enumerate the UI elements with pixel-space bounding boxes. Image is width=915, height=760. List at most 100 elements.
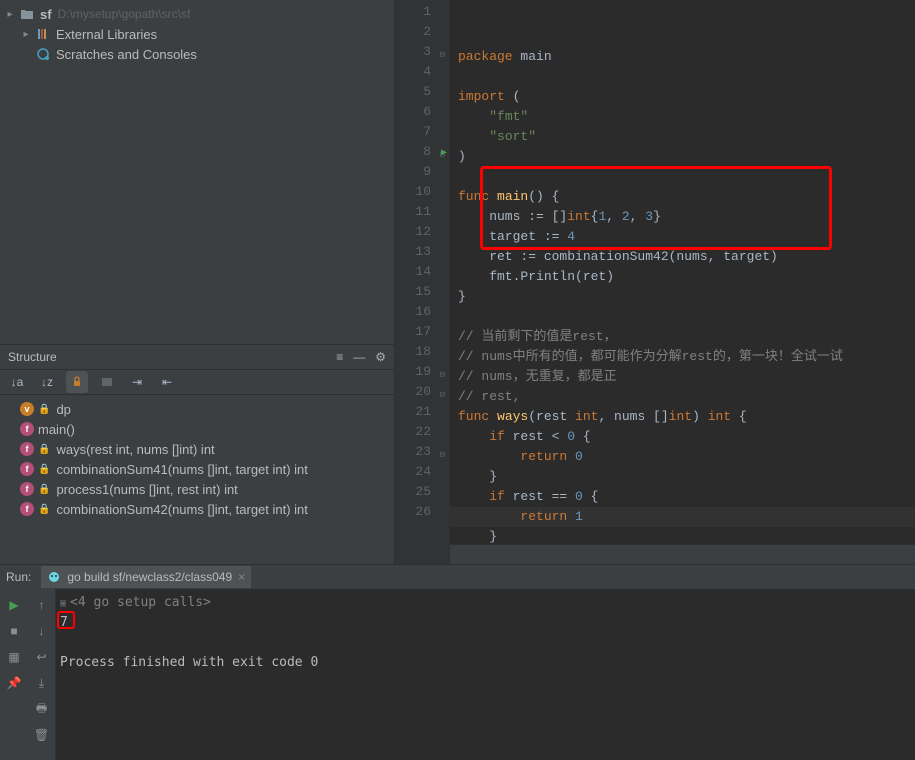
clear-icon[interactable]: 🗑 [32,725,52,745]
line-number[interactable]: 10 [395,182,449,202]
structure-item[interactable]: f🔒combinationSum41(nums []int, target in… [0,459,394,479]
close-icon[interactable]: × [238,570,245,584]
code-line[interactable] [450,67,915,87]
scratch-icon [36,47,52,61]
pin-icon[interactable]: 📌 [4,673,24,693]
line-number[interactable]: 26 [395,502,449,522]
structure-item-label: ways(rest int, nums []int) int [56,442,214,457]
code-line[interactable]: } [450,467,915,487]
line-number[interactable]: 19 [395,362,449,382]
line-number[interactable]: 20 [395,382,449,402]
line-number[interactable]: 4 [395,62,449,82]
console-output[interactable]: ▣<4 go setup calls> 7 Process finished w… [56,589,915,760]
line-number[interactable]: 25 [395,482,449,502]
layout-icon[interactable]: ▦ [4,647,24,667]
line-number[interactable]: 1 [395,2,449,22]
code-line[interactable]: import ( [450,87,915,107]
line-number[interactable]: 18 [395,342,449,362]
code-line[interactable]: fmt.Println(ret) [450,267,915,287]
scratches-consoles[interactable]: Scratches and Consoles [0,44,394,64]
line-number[interactable]: 16 [395,302,449,322]
structure-item[interactable]: f🔒combinationSum42(nums []int, target in… [0,499,394,519]
lock-icon: 🔒 [38,484,50,495]
code-line[interactable]: return 1 [450,507,915,527]
console-finish: Process finished with exit code 0 [60,653,911,673]
line-number[interactable]: 2 [395,22,449,42]
editor-gutter[interactable]: 1234567891011121314151617181920212223242… [395,0,450,564]
structure-item[interactable]: v🔒dp [0,399,394,419]
gear-icon[interactable]: ⚙ [375,350,386,364]
soft-wrap-icon[interactable]: ↩ [32,647,52,667]
line-number[interactable]: 6 [395,102,449,122]
sort-visibility-icon[interactable]: ↓z [36,371,58,393]
line-number[interactable]: 21 [395,402,449,422]
code-editor[interactable]: 1234567891011121314151617181920212223242… [395,0,915,564]
structure-item[interactable]: fmain() [0,419,394,439]
code-line[interactable]: package main [450,47,915,67]
scroll-end-icon[interactable]: ⤓ [32,673,52,693]
down-icon[interactable]: ↓ [32,621,52,641]
autoscroll-from-icon[interactable]: ⇤ [156,371,178,393]
rerun-icon[interactable]: ▶ [4,595,24,615]
code-line[interactable] [450,167,915,187]
external-libraries[interactable]: ▸ External Libraries [0,24,394,44]
line-number[interactable]: 11 [395,202,449,222]
sort-alpha-icon[interactable]: ↓a [6,371,28,393]
chevron-right-icon[interactable]: ▸ [4,9,16,20]
line-number[interactable]: 12 [395,222,449,242]
run-tab-label: go build sf/newclass2/class049 [67,570,232,584]
line-number[interactable]: 22 [395,422,449,442]
code-area[interactable]: package main import ( "fmt" "sort") func… [450,0,915,564]
autoscroll-source-icon[interactable]: ⇥ [126,371,148,393]
line-number[interactable]: 8 [395,142,449,162]
line-number[interactable]: 17 [395,322,449,342]
line-number[interactable]: 5 [395,82,449,102]
print-icon[interactable]: 🖶 [32,699,52,719]
code-line[interactable]: // nums，无重复，都是正 [450,367,915,387]
stop-icon[interactable]: ■ [4,621,24,641]
code-line[interactable]: ) [450,147,915,167]
code-line[interactable]: } [450,287,915,307]
lock-icon: 🔒 [38,404,50,415]
code-line[interactable]: "sort" [450,127,915,147]
structure-item[interactable]: f🔒process1(nums []int, rest int) int [0,479,394,499]
chevron-right-icon[interactable]: ▸ [20,29,32,40]
line-number[interactable]: 24 [395,462,449,482]
project-tree[interactable]: ▸ sf D:\mysetup\gopath\src\sf ▸ External… [0,0,394,344]
structure-item-label: dp [56,402,70,417]
code-line[interactable]: // nums中所有的值，都可能作为分解rest的，第一块！全试一试 [450,347,915,367]
line-number[interactable]: 9 [395,162,449,182]
show-fields-icon[interactable] [96,371,118,393]
code-line[interactable]: nums := []int{1, 2, 3} [450,207,915,227]
console-output-value: 7 [60,613,911,633]
code-line[interactable]: return 0 [450,447,915,467]
show-private-icon[interactable] [66,371,88,393]
code-line[interactable]: func ways(rest int, nums []int) int { [450,407,915,427]
code-line[interactable]: // 当前剩下的值是rest， [450,327,915,347]
line-number[interactable]: 14 [395,262,449,282]
code-line[interactable] [450,307,915,327]
code-line[interactable]: "fmt" [450,107,915,127]
line-number[interactable]: 7 [395,122,449,142]
code-line[interactable]: func main() { [450,187,915,207]
function-icon: f [20,482,34,496]
run-tab[interactable]: go build sf/newclass2/class049 × [41,566,251,588]
code-line[interactable]: ret := combinationSum42(nums, target) [450,247,915,267]
run-tools-left: ▶ ■ ▦ 📌 [0,589,28,760]
line-number[interactable]: 3 [395,42,449,62]
project-root[interactable]: ▸ sf D:\mysetup\gopath\src\sf [0,4,394,24]
run-body: ▶ ■ ▦ 📌 ↑ ↓ ↩ ⤓ 🖶 🗑 ▣<4 go setup calls> … [0,589,915,760]
code-line[interactable]: // rest, [450,387,915,407]
code-line[interactable]: if rest < 0 { [450,427,915,447]
up-icon[interactable]: ↑ [32,595,52,615]
collapse-icon[interactable]: ≡ [336,350,343,364]
expand-icon[interactable]: ▣ [60,598,66,609]
line-number[interactable]: 13 [395,242,449,262]
code-line[interactable]: target := 4 [450,227,915,247]
code-line[interactable]: if rest == 0 { [450,487,915,507]
line-number[interactable]: 23 [395,442,449,462]
structure-item[interactable]: f🔒ways(rest int, nums []int) int [0,439,394,459]
minimize-icon[interactable]: — [353,350,365,364]
line-number[interactable]: 15 [395,282,449,302]
editor-breadcrumb[interactable]: ways(rest int, nums []int) int [450,544,915,564]
